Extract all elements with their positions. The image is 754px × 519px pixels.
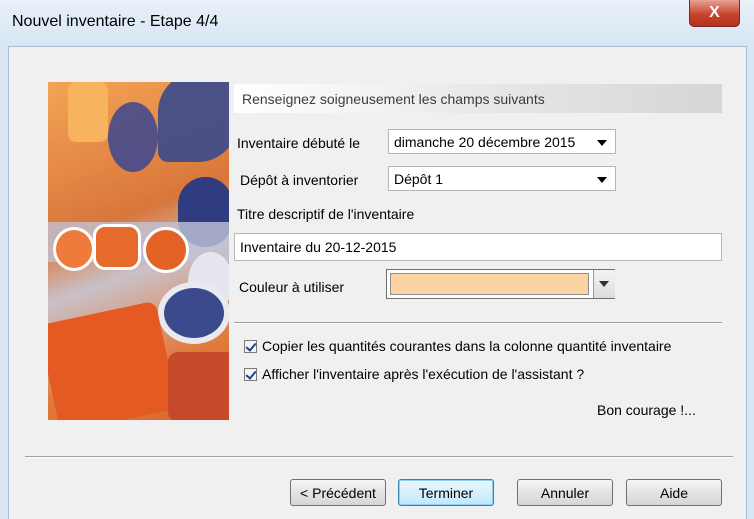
section-heading: Renseignez soigneusement les champs suiv… xyxy=(234,84,722,113)
checkbox[interactable] xyxy=(244,367,257,381)
depot-value: Dépôt 1 xyxy=(394,171,444,187)
option-copy-quantities[interactable]: Copier les quantités courantes dans la c… xyxy=(244,337,671,355)
chevron-down-icon xyxy=(599,281,609,287)
cancel-button[interactable]: Annuler xyxy=(517,479,613,506)
color-dropdown-button[interactable] xyxy=(593,270,615,298)
title-label: Titre descriptif de l'inventaire xyxy=(237,206,415,222)
chevron-down-icon xyxy=(597,177,607,183)
window-title: Nouvel inventaire - Etape 4/4 xyxy=(12,13,219,30)
finish-button[interactable]: Terminer xyxy=(398,479,494,506)
checkbox[interactable] xyxy=(244,339,257,353)
color-label: Couleur à utiliser xyxy=(239,279,345,295)
checkmark-icon xyxy=(245,367,257,380)
color-swatch xyxy=(390,273,589,295)
title-input-value: Inventaire du 20-12-2015 xyxy=(240,239,397,255)
option-show-inventory[interactable]: Afficher l'inventaire après l'exécution … xyxy=(244,365,584,383)
wizard-illustration xyxy=(48,82,229,420)
close-button[interactable]: X xyxy=(689,0,740,27)
close-icon: X xyxy=(709,4,720,21)
title-input[interactable]: Inventaire du 20-12-2015 xyxy=(234,233,722,261)
previous-button[interactable]: < Précédent xyxy=(290,479,386,506)
title-bar: Nouvel inventaire - Etape 4/4 xyxy=(0,0,754,47)
chevron-down-icon xyxy=(597,140,607,146)
depot-label: Dépôt à inventorier xyxy=(240,172,359,188)
color-picker[interactable] xyxy=(386,269,615,299)
separator xyxy=(234,322,722,324)
window-frame-right xyxy=(746,46,754,519)
option-label: Afficher l'inventaire après l'exécution … xyxy=(262,366,585,382)
help-button[interactable]: Aide xyxy=(626,479,722,506)
start-date-picker[interactable]: dimanche 20 décembre 2015 xyxy=(388,129,616,154)
depot-select[interactable]: Dépôt 1 xyxy=(388,166,616,191)
start-date-label: Inventaire débuté le xyxy=(237,135,360,151)
encouragement-text: Bon courage !... xyxy=(597,402,696,418)
start-date-value: dimanche 20 décembre 2015 xyxy=(394,134,576,150)
option-label: Copier les quantités courantes dans la c… xyxy=(262,338,672,354)
window-frame-left xyxy=(0,46,9,519)
dialog-body: Renseignez soigneusement les champs suiv… xyxy=(9,47,746,519)
checkmark-icon xyxy=(245,339,257,352)
footer-separator xyxy=(25,456,733,458)
